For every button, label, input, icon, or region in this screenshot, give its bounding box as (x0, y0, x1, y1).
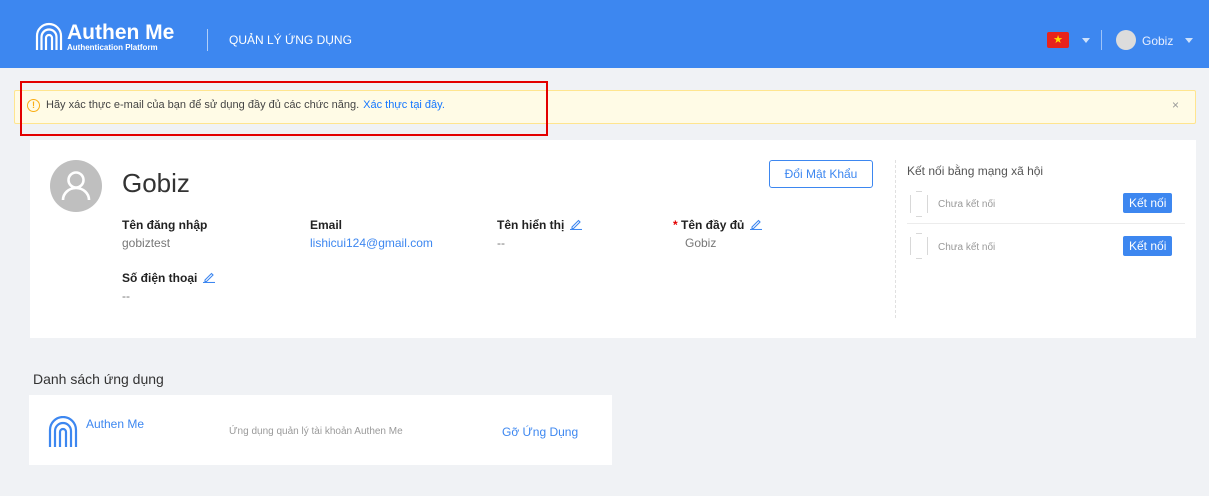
display-name-label: Tên hiển thị (497, 218, 565, 232)
change-password-button[interactable]: Đổi Mật Khẩu (769, 160, 873, 188)
social-provider-icon (910, 233, 928, 259)
highlight-box (20, 81, 548, 136)
social-provider-icon (910, 191, 928, 217)
social-status: Chưa kết nối (938, 242, 996, 253)
social-connect-title: Kết nối bằng mạng xã hội (907, 164, 1044, 178)
profile-display-name: Gobiz (122, 168, 190, 198)
username-value: gobiztest (122, 236, 171, 250)
username-label: Tên đăng nhập (122, 218, 208, 232)
edit-pencil-icon[interactable] (569, 218, 583, 230)
top-header (0, 0, 1209, 68)
connect-button[interactable]: Kết nối (1123, 193, 1173, 213)
phone-label: Số điện thoại (122, 271, 198, 285)
nav-app-management[interactable]: QUẢN LÝ ỨNG DỤNG (229, 33, 352, 47)
edit-pencil-icon[interactable] (749, 218, 763, 230)
phone-value: -- (122, 289, 130, 303)
fullname-label-row: * Tên đầy đủ (673, 218, 763, 232)
display-name-label-row: Tên hiển thị (497, 218, 583, 232)
brand-tagline: Authentication Platform (67, 43, 158, 52)
social-separator (907, 223, 1185, 224)
edit-pencil-icon[interactable] (202, 271, 216, 283)
email-label: Email (310, 218, 343, 232)
vietnam-flag-icon[interactable]: ★ (1047, 32, 1069, 48)
app-description: Ứng dụng quản lý tài khoản Authen Me (229, 426, 403, 437)
social-status: Chưa kết nối (938, 199, 996, 210)
fingerprint-arch-icon (35, 22, 63, 50)
phone-label-row: Số điện thoại (122, 271, 216, 285)
user-avatar[interactable] (1116, 30, 1136, 50)
close-icon[interactable]: × (1172, 99, 1179, 111)
header-separator (1101, 30, 1102, 50)
required-asterisk: * (673, 218, 678, 232)
brand-name: Authen Me (67, 21, 175, 44)
profile-avatar (50, 160, 102, 212)
user-menu-name[interactable]: Gobiz (1142, 34, 1173, 48)
brand-logo[interactable]: Authen Me Authentication Platform (34, 22, 174, 52)
user-caret-icon[interactable] (1185, 38, 1193, 43)
display-name-value: -- (497, 236, 505, 250)
user-silhouette-icon (61, 171, 91, 201)
fullname-value: Gobiz (685, 236, 717, 250)
fullname-label: Tên đầy đủ (681, 218, 745, 232)
authen-me-app-icon (48, 416, 78, 447)
language-caret-icon[interactable] (1082, 38, 1090, 43)
remove-app-link[interactable]: Gỡ Ứng Dụng (502, 425, 578, 439)
header-divider (207, 29, 208, 51)
app-name[interactable]: Authen Me (86, 417, 144, 431)
email-value[interactable]: lishicui124@gmail.com (310, 236, 433, 250)
social-divider (895, 160, 896, 318)
app-list-title: Danh sách ứng dụng (33, 371, 164, 387)
connect-button[interactable]: Kết nối (1123, 236, 1173, 256)
